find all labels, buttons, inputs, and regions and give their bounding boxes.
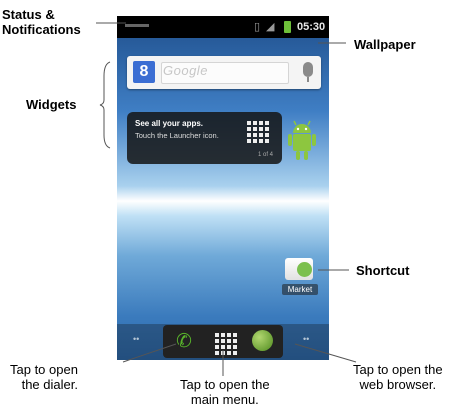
widgets-label: Widgets [26, 97, 77, 112]
callout-lines [96, 22, 357, 376]
browser-caption: Tap to open the web browser. [353, 362, 443, 392]
status-notifications-label: Status & Notifications [2, 7, 81, 37]
dialer-caption: Tap to open the dialer. [10, 362, 78, 392]
main-menu-caption: Tap to open the main menu. [180, 377, 270, 407]
wallpaper-label: Wallpaper [354, 37, 416, 52]
shortcut-label: Shortcut [356, 263, 410, 278]
